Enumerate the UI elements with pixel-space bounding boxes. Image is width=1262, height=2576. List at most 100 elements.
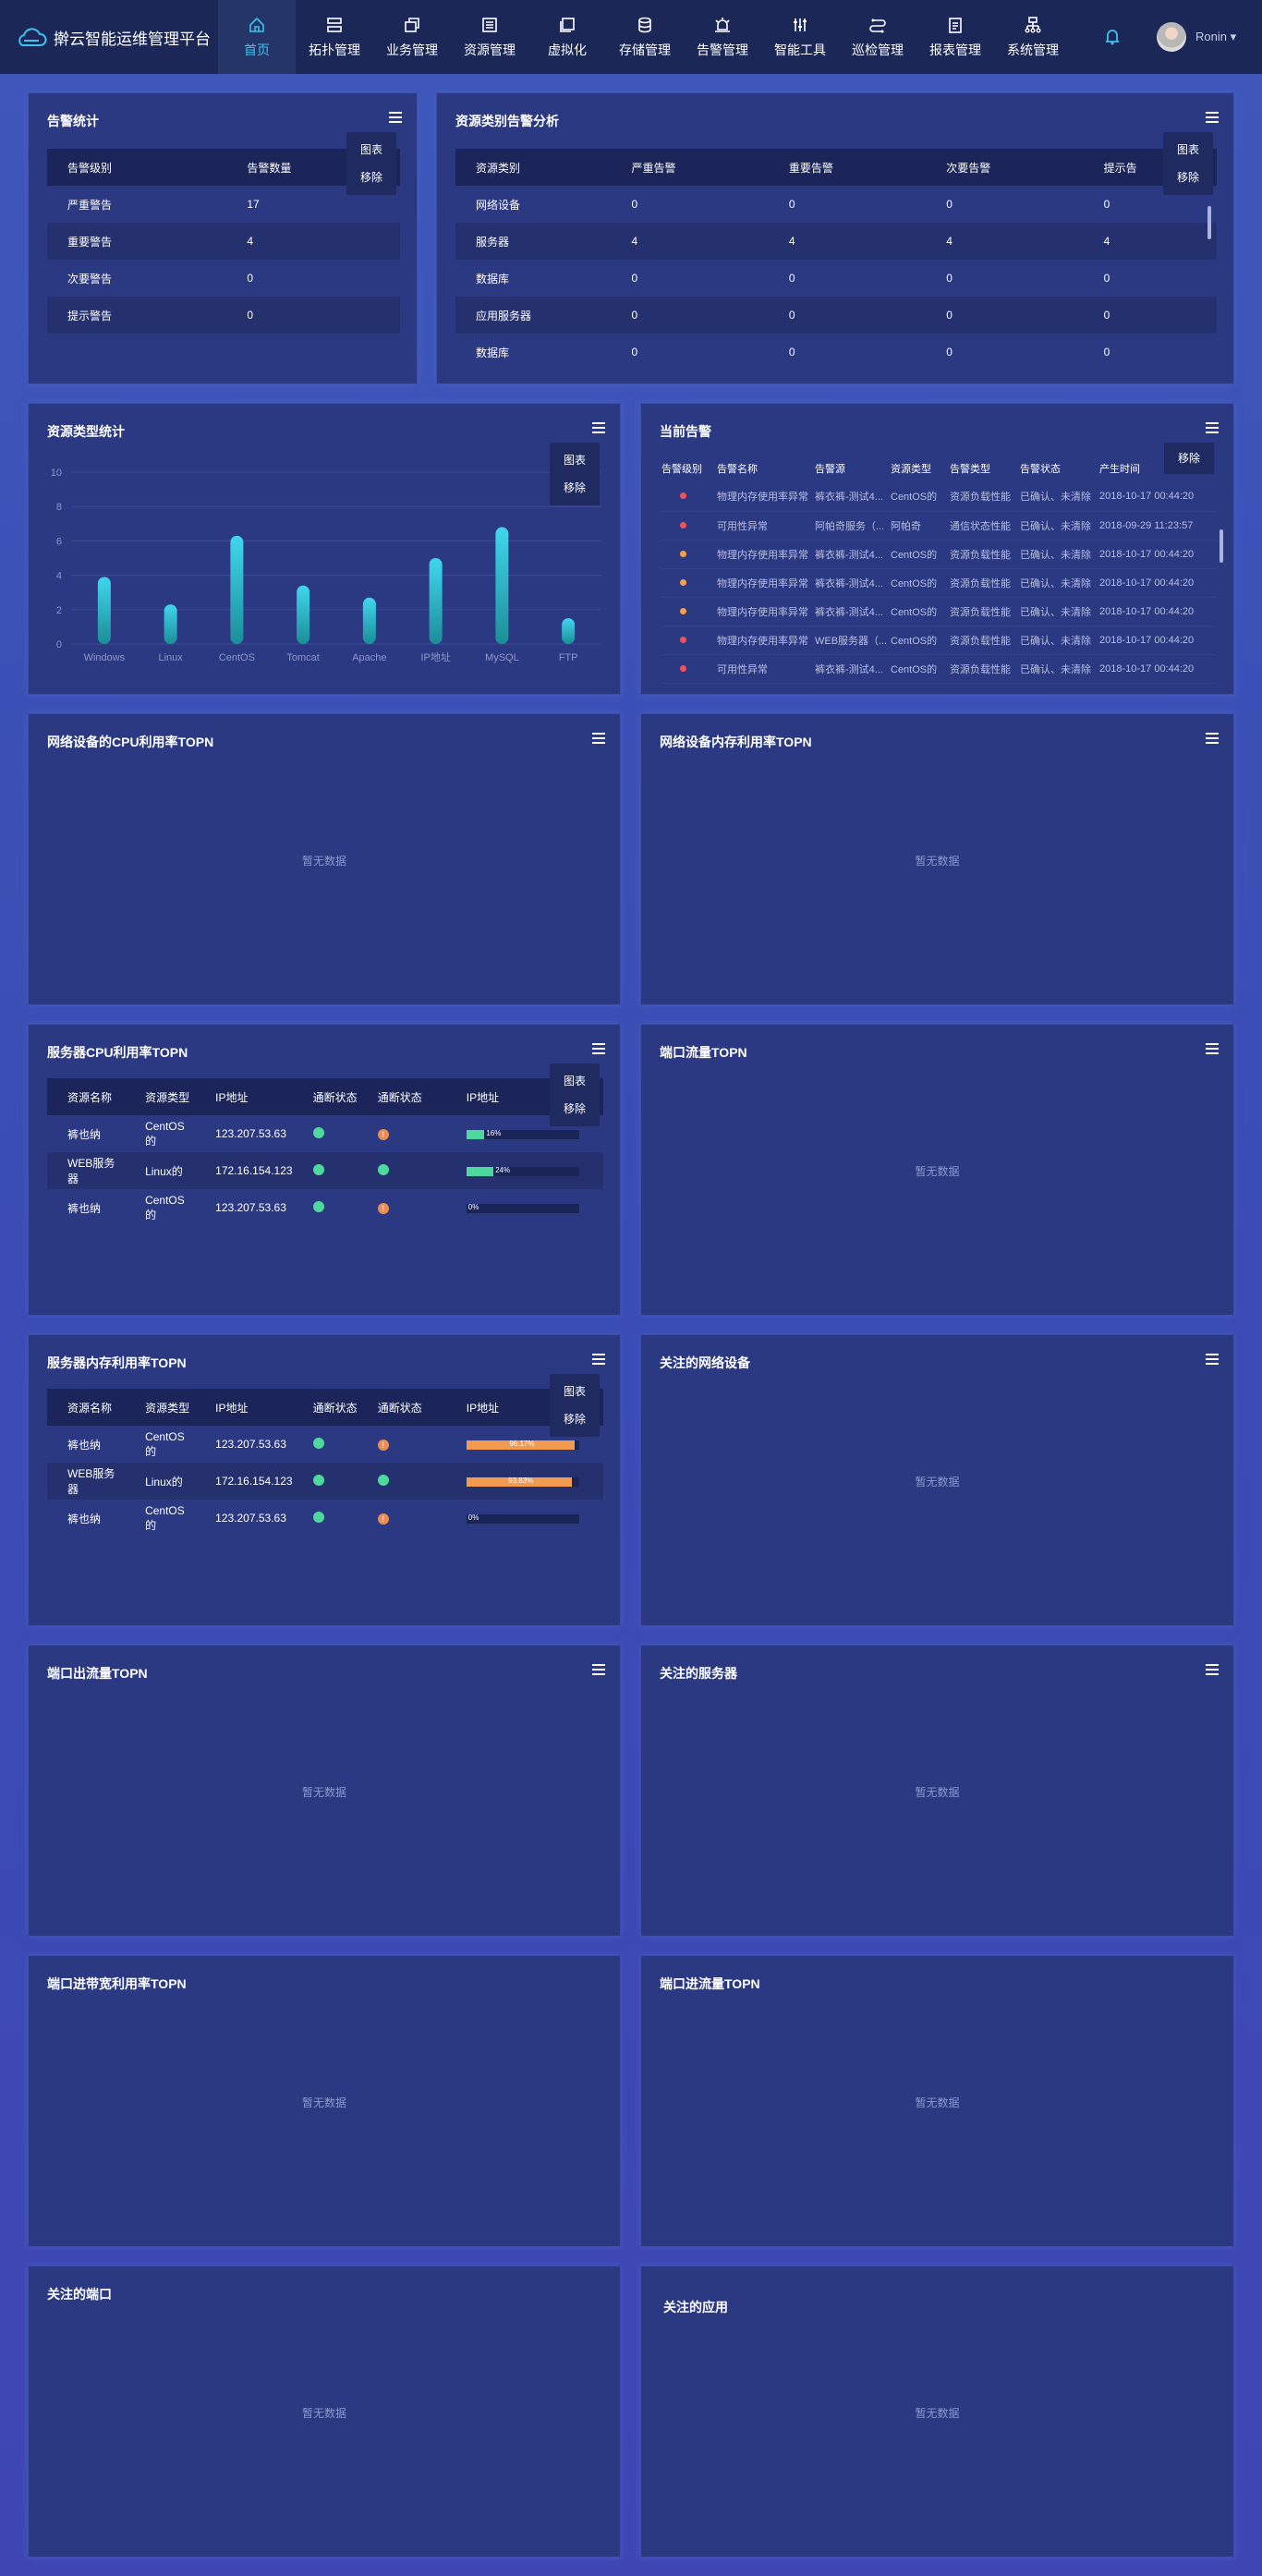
- nav-item-virtualization[interactable]: 虚拟化: [528, 0, 606, 74]
- chart-menu-item[interactable]: 图表: [550, 1067, 600, 1095]
- panel-menu-icon[interactable]: [592, 1043, 605, 1054]
- system-icon: [1025, 17, 1041, 33]
- nav-item-tools[interactable]: 智能工具: [761, 0, 839, 74]
- app-logo[interactable]: 擀云智能运维管理平台: [15, 26, 211, 49]
- chart-menu-item[interactable]: 图表: [550, 446, 600, 474]
- panel-menu-icon[interactable]: [1206, 422, 1219, 433]
- bell-icon[interactable]: [1102, 26, 1122, 46]
- alarm-source: 裤衣裤-测试4...: [815, 663, 883, 675]
- status-dot: [312, 1126, 324, 1138]
- alarm-name: 物理内存使用率异常: [717, 492, 808, 504]
- table-row[interactable]: 裤也纳 CentOS的 123.207.53.63! 96.17%: [47, 1426, 603, 1463]
- status-cell: [293, 1463, 358, 1500]
- panel-menu-icon[interactable]: [389, 112, 402, 123]
- table-row[interactable]: 裤也纳 CentOS的 123.207.53.63! 16%: [47, 1115, 603, 1152]
- bar[interactable]: [164, 604, 177, 644]
- alarm-name: 物理内存使用率异常: [717, 606, 808, 618]
- alarm-row[interactable]: 物理内存使用率异常 裤衣裤-测试4... CentOS的 资源负载性能 已确认、未清除 2…: [661, 597, 1216, 626]
- x-tick-label: FTP: [559, 652, 578, 663]
- table-cell: 0: [946, 309, 953, 322]
- user-menu[interactable]: Ronin ▾: [1195, 30, 1236, 44]
- panel-menu-icon[interactable]: [1206, 1043, 1219, 1054]
- chart-menu-item[interactable]: 图表: [550, 1378, 600, 1405]
- panel-menu-icon[interactable]: [592, 733, 605, 744]
- bar[interactable]: [562, 618, 576, 644]
- table-row[interactable]: 裤也纳 CentOS的 123.207.53.63! 0%: [47, 1500, 603, 1537]
- table-row[interactable]: 数据库 0 0 0 0: [455, 260, 1217, 297]
- bar[interactable]: [97, 577, 111, 644]
- remove-menu-item[interactable]: 移除: [550, 1095, 600, 1123]
- chart-menu-item[interactable]: 图表: [1163, 136, 1213, 164]
- status-dot: [312, 1200, 324, 1212]
- alarm-row[interactable]: 物理内存使用率异常 裤衣裤-测试4... CentOS的 资源负载性能 已确认、未清除 2…: [661, 568, 1216, 597]
- column-header: 告警级别: [661, 463, 702, 475]
- column-header: 通断状态: [312, 1090, 358, 1104]
- table-row[interactable]: 次要警告 0: [47, 260, 400, 297]
- remove-menu-item[interactable]: 移除: [346, 164, 396, 191]
- table-row[interactable]: 重要警告 4: [47, 223, 400, 260]
- alarm-atype: 资源负载性能: [950, 549, 1011, 561]
- nav-item-resource[interactable]: 资源管理: [451, 0, 528, 74]
- alarm-row[interactable]: 物理内存使用率异常 WEB服务器（... CentOS的 资源负载性能 已确认、未清除 2…: [661, 626, 1216, 654]
- panel-menu-icon[interactable]: [1206, 733, 1219, 744]
- panel-menu-icon[interactable]: [592, 422, 605, 433]
- status-dot: !: [377, 1513, 389, 1525]
- alarm-time: 2018-10-17 00:44:20: [1099, 577, 1195, 589]
- table-row[interactable]: 服务器 4 4 4 4: [455, 223, 1217, 260]
- nav-item-storage[interactable]: 存储管理: [606, 0, 684, 74]
- scrollbar[interactable]: [1207, 206, 1211, 239]
- table-cell: 0: [946, 198, 953, 211]
- bar[interactable]: [495, 527, 509, 644]
- bar[interactable]: [297, 585, 310, 644]
- panel-title: 服务器CPU利用率TOPN: [47, 1045, 188, 1060]
- table-row[interactable]: 网络设备 0 0 0 0: [455, 186, 1217, 223]
- resource-type-chart: 0 2 4 6 8 10 Windows Linux CentOS Tomcat Apache IP地…: [51, 468, 601, 663]
- panel-menu-icon[interactable]: [1206, 1354, 1219, 1365]
- alarm-level-dot: [680, 578, 686, 586]
- current-alarm-panel: 当前告警 告警级别 告警名称 告警源 资源类型 告警类型 告警状态 产生时间 物理内存使用率…: [640, 403, 1234, 695]
- alarm-atype: 资源负载性能: [950, 635, 1011, 647]
- avatar[interactable]: [1157, 22, 1186, 52]
- table-row[interactable]: WEB服务器 Linux的 172.16.154.123 93.83%: [47, 1463, 603, 1500]
- alarm-row[interactable]: 可用性异常 阿帕奇服务（... 阿帕奇 通信状态性能 已确认、未清除 2018-09-29…: [661, 511, 1216, 540]
- remove-menu-item[interactable]: 移除: [550, 474, 600, 502]
- resource-type: CentOS的: [145, 1429, 185, 1458]
- alarm-row[interactable]: 物理内存使用率异常 裤衣裤-测试4... CentOS的 资源负载性能 已确认、未清除 2…: [661, 540, 1216, 568]
- nav-item-inspection[interactable]: 巡检管理: [839, 0, 916, 74]
- remove-menu-item[interactable]: 移除: [1163, 164, 1213, 191]
- nav-item-report[interactable]: 报表管理: [916, 0, 994, 74]
- scrollbar[interactable]: [1220, 529, 1223, 563]
- nav-item-home[interactable]: 首页: [218, 0, 296, 74]
- column-header: 告警类型: [950, 463, 990, 475]
- table-row[interactable]: 数据库 0 0 0 0: [455, 334, 1217, 371]
- alarm-row[interactable]: 物理内存使用率异常 裤衣裤-测试4... CentOS的 资源负载性能 已确认、未清除 2…: [661, 482, 1216, 511]
- resource-name: 裤也纳: [67, 1512, 102, 1525]
- panel-menu-icon[interactable]: [1206, 112, 1219, 123]
- nav-label: 报表管理: [929, 43, 981, 57]
- panel-menu-icon[interactable]: [1206, 1664, 1219, 1675]
- bar[interactable]: [429, 558, 443, 644]
- remove-menu-item[interactable]: 移除: [550, 1405, 600, 1433]
- resource-ip: 123.207.53.63: [215, 1512, 286, 1525]
- nav-item-topology[interactable]: 拓扑管理: [296, 0, 373, 74]
- panel-menu-icon[interactable]: [592, 1354, 605, 1365]
- alarm-row[interactable]: 可用性异常 裤衣裤-测试4... CentOS的 资源负载性能 已确认、未清除 2018-…: [661, 654, 1216, 683]
- remove-menu-item[interactable]: 移除: [1164, 444, 1214, 472]
- alarm-source: WEB服务器（...: [815, 635, 888, 647]
- table-row[interactable]: 应用服务器 0 0 0 0: [455, 297, 1217, 334]
- table-row[interactable]: WEB服务器 Linux的 172.16.154.123 24%: [47, 1152, 603, 1189]
- nav-item-alarm[interactable]: 告警管理: [684, 0, 761, 74]
- nav-item-system[interactable]: 系统管理: [994, 0, 1072, 74]
- table-cell: 应用服务器: [476, 309, 532, 322]
- port-flow-panel: 端口流量TOPN 暂无数据: [640, 1024, 1234, 1316]
- alarm-type: CentOS的: [891, 663, 938, 675]
- chart-menu-item[interactable]: 图表: [346, 136, 396, 164]
- bar[interactable]: [230, 535, 244, 644]
- alarm-type: CentOS的: [891, 549, 938, 561]
- table-row[interactable]: 提示警告 0: [47, 297, 400, 334]
- panel-menu-icon[interactable]: [592, 1664, 605, 1675]
- nav-item-business[interactable]: 业务管理: [373, 0, 451, 74]
- bar[interactable]: [362, 597, 376, 644]
- table-row[interactable]: 裤也纳 CentOS的 123.207.53.63! 0%: [47, 1189, 603, 1226]
- column-header: 资源类型: [145, 1401, 190, 1415]
